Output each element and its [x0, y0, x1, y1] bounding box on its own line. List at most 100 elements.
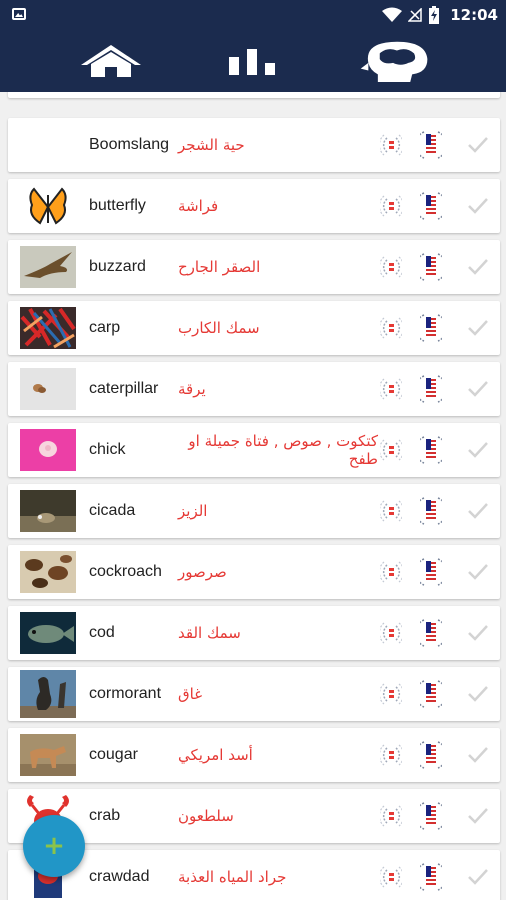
checkmark-icon[interactable] — [466, 194, 490, 218]
word-english: caterpillar — [89, 380, 159, 397]
speaker-arabic-icon[interactable] — [380, 254, 402, 280]
word-image — [20, 490, 76, 532]
word-arabic: الزيز — [178, 502, 208, 520]
word-english: butterfly — [89, 197, 146, 214]
vocabulary-list[interactable]: Boomslang حية الشجر butterfly فراشة buzz… — [0, 92, 506, 900]
checkmark-icon[interactable] — [466, 621, 490, 645]
add-word-button[interactable]: + — [23, 815, 85, 877]
us-flag-speaker-icon[interactable] — [420, 496, 442, 526]
wifi-icon — [382, 7, 403, 22]
list-item[interactable]: chick كتكوت , صوص , فتاة جميلة او طفح — [8, 423, 500, 477]
status-time: 12:04 — [450, 6, 498, 24]
speaker-arabic-icon[interactable] — [380, 803, 402, 829]
word-image — [20, 670, 76, 718]
word-english: crab — [89, 807, 121, 824]
checkmark-icon[interactable] — [466, 682, 490, 706]
list-item[interactable]: cougar أسد امريكي — [8, 728, 500, 782]
us-flag-speaker-icon[interactable] — [420, 862, 442, 892]
us-flag-speaker-icon[interactable] — [420, 435, 442, 465]
word-image — [20, 307, 76, 349]
battery-icon — [429, 6, 440, 24]
checkmark-icon[interactable] — [466, 438, 490, 462]
speaker-arabic-icon[interactable] — [380, 315, 402, 341]
speaker-arabic-icon[interactable] — [380, 193, 402, 219]
us-flag-speaker-icon[interactable] — [420, 252, 442, 282]
word-arabic: غاق — [178, 685, 203, 703]
speaker-arabic-icon[interactable] — [380, 559, 402, 585]
checkmark-icon[interactable] — [466, 560, 490, 584]
no-signal-icon — [408, 8, 422, 22]
word-arabic: جراد المياه العذبة — [178, 868, 287, 886]
checkmark-icon[interactable] — [466, 743, 490, 767]
list-item[interactable]: butterfly فراشة — [8, 179, 500, 233]
checkmark-icon[interactable] — [466, 316, 490, 340]
list-item[interactable]: cockroach صرصور — [8, 545, 500, 599]
checkmark-icon[interactable] — [466, 499, 490, 523]
checkmark-icon[interactable] — [466, 255, 490, 279]
word-image — [20, 612, 76, 654]
word-english: buzzard — [89, 258, 146, 275]
status-icons: 12:04 — [382, 0, 498, 30]
us-flag-speaker-icon[interactable] — [420, 374, 442, 404]
word-arabic: سمك القد — [178, 624, 241, 642]
brain-head-icon — [360, 41, 428, 82]
word-arabic: أسد امريكي — [178, 746, 253, 764]
us-flag-speaker-icon[interactable] — [420, 557, 442, 587]
checkmark-icon[interactable] — [466, 133, 490, 157]
nav-quiz-button[interactable] — [355, 36, 435, 86]
word-arabic: سلطعون — [178, 807, 234, 825]
word-english: Boomslang — [89, 136, 170, 153]
speaker-arabic-icon[interactable] — [380, 742, 402, 768]
us-flag-speaker-icon[interactable] — [420, 130, 442, 160]
list-item[interactable]: carp سمك الكارب — [8, 301, 500, 355]
us-flag-speaker-icon[interactable] — [420, 679, 442, 709]
list-item[interactable]: caterpillar يرقة — [8, 362, 500, 416]
list-item[interactable]: Boomslang حية الشجر — [8, 118, 500, 172]
us-flag-speaker-icon[interactable] — [420, 740, 442, 770]
speaker-arabic-icon[interactable] — [380, 620, 402, 646]
nav-home-button[interactable] — [71, 36, 151, 86]
word-english: cicada — [89, 502, 136, 519]
word-arabic: حية الشجر — [178, 136, 245, 154]
us-flag-speaker-icon[interactable] — [420, 801, 442, 831]
word-arabic: يرقة — [178, 380, 206, 398]
list-item[interactable]: cormorant غاق — [8, 667, 500, 721]
add-icon: + — [43, 831, 65, 861]
word-arabic: صرصور — [178, 563, 227, 581]
status-bar: 12:04 — [0, 0, 506, 30]
list-item[interactable]: cod سمك القد — [8, 606, 500, 660]
checkmark-icon[interactable] — [466, 804, 490, 828]
word-image — [20, 368, 76, 410]
checkmark-icon[interactable] — [466, 865, 490, 889]
word-image — [20, 124, 76, 166]
bar-chart-icon — [229, 49, 275, 75]
home-icon — [81, 45, 141, 77]
speaker-arabic-icon[interactable] — [380, 681, 402, 707]
word-image — [20, 551, 76, 593]
word-english: carp — [89, 319, 121, 336]
list-item[interactable]: buzzard الصقر الجارح — [8, 240, 500, 294]
speaker-arabic-icon[interactable] — [380, 498, 402, 524]
speaker-arabic-icon[interactable] — [380, 376, 402, 402]
speaker-arabic-icon[interactable] — [380, 864, 402, 890]
speaker-arabic-icon[interactable] — [380, 437, 402, 463]
word-arabic: فراشة — [178, 197, 219, 215]
word-english: cockroach — [89, 563, 162, 580]
speaker-arabic-icon[interactable] — [380, 132, 402, 158]
word-image — [20, 246, 76, 288]
word-arabic: الصقر الجارح — [178, 258, 261, 276]
list-item[interactable]: cicada الزيز — [8, 484, 500, 538]
checkmark-icon[interactable] — [466, 377, 490, 401]
nav-stats-button[interactable] — [213, 36, 293, 86]
us-flag-speaker-icon[interactable] — [420, 618, 442, 648]
us-flag-speaker-icon[interactable] — [420, 191, 442, 221]
word-image — [20, 185, 76, 227]
word-arabic: سمك الكارب — [178, 319, 260, 337]
word-english: cougar — [89, 746, 138, 763]
list-item[interactable] — [8, 92, 500, 98]
image-icon — [12, 8, 26, 20]
word-image — [20, 734, 76, 776]
word-english: cod — [89, 624, 115, 641]
top-nav-bar — [0, 30, 506, 92]
us-flag-speaker-icon[interactable] — [420, 313, 442, 343]
